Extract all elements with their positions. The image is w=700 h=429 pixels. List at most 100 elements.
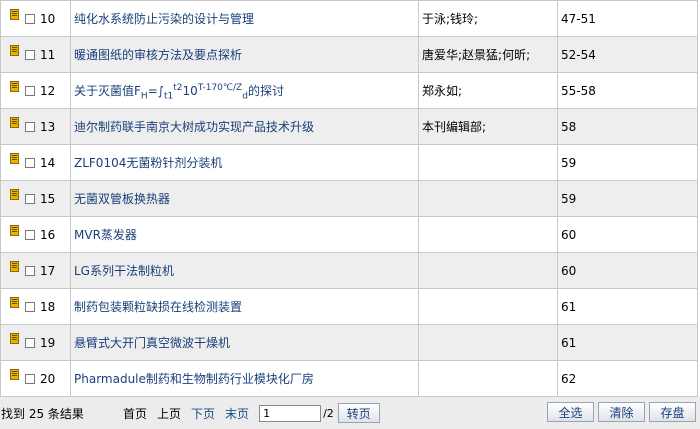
table-row: 19 悬臂式大开门真空微波干燥机 61 [0,324,698,361]
article-title-link[interactable]: 无菌双管板换热器 [72,190,170,207]
pages-cell: 60 [557,252,698,289]
document-icon[interactable] [10,189,19,200]
prev-page-label: 上页 [157,406,182,421]
select-cell: 19 [0,324,71,361]
pages-cell: 55-58 [557,72,698,109]
article-pages: 61 [561,335,577,350]
save-button[interactable]: 存盘 [649,402,696,422]
pages-cell: 52-54 [557,36,698,73]
select-cell: 13 [0,108,71,145]
article-pages: 60 [561,263,577,278]
row-checkbox[interactable] [25,229,35,240]
pages-cell: 47-51 [557,0,698,37]
document-icon[interactable] [10,117,19,128]
page-number-input[interactable] [259,404,322,422]
article-title-link[interactable]: 悬臂式大开门真空微波干燥机 [72,334,230,351]
article-pages: 61 [561,299,577,314]
next-page-link[interactable]: 下页 [191,405,215,422]
document-icon[interactable] [10,369,19,380]
table-row: 12 关于灭菌值FH=∫t1t210T-170℃/Zd的探讨 郑永如; 55-58 [0,72,698,109]
document-icon[interactable] [10,261,19,272]
document-icon[interactable] [10,81,19,92]
row-checkbox[interactable] [25,373,35,384]
title-cell: ZLF0104无菌粉针剂分装机 [70,144,419,181]
author-cell [418,252,558,289]
article-title-link[interactable]: 纯化水系统防止污染的设计与管理 [72,10,254,27]
table-row: 13 迪尔制药联手南京大树成功实现产品技术升级 本刊编辑部; 58 [0,108,698,145]
pages-cell: 59 [557,180,698,217]
author-cell: 郑永如; [418,72,558,109]
select-cell: 14 [0,144,71,181]
article-title-link[interactable]: 关于灭菌值FH=∫t1t210T-170℃/Zd的探讨 [72,82,284,101]
row-number: 16 [40,227,56,242]
select-all-button[interactable]: 全选 [547,402,594,422]
author-cell [418,324,558,361]
pager-bar: 找到 25 条结果 首页 上页 下页 末页 /2 转页 全选 清除 存盘 [0,397,700,429]
title-cell: MVR蒸发器 [70,216,419,253]
article-title-link[interactable]: Pharmadule制药和生物制药行业模块化厂房 [72,370,314,387]
row-checkbox[interactable] [25,337,35,348]
document-icon[interactable] [10,333,19,344]
row-checkbox[interactable] [25,85,35,96]
document-icon[interactable] [10,45,19,56]
author-cell [418,180,558,217]
row-checkbox[interactable] [25,157,35,168]
last-page-link[interactable]: 末页 [225,405,249,422]
document-icon[interactable] [10,9,19,20]
document-icon[interactable] [10,153,19,164]
select-cell: 18 [0,288,71,325]
row-checkbox[interactable] [25,13,35,24]
pages-cell: 62 [557,360,698,397]
author-cell [418,288,558,325]
table-row: 10 纯化水系统防止污染的设计与管理 于泳;钱玲; 47-51 [0,0,698,37]
results-body: 10 纯化水系统防止污染的设计与管理 于泳;钱玲; 47-51 11 暖通图纸的审核方法及… [0,0,698,397]
article-title-link[interactable]: ZLF0104无菌粉针剂分装机 [72,154,222,171]
article-title-link[interactable]: 制药包装颗粒缺损在线检测装置 [72,298,242,315]
article-title-link[interactable]: MVR蒸发器 [72,226,137,243]
table-row: 18 制药包装颗粒缺损在线检测装置 61 [0,288,698,325]
results-table: 10 纯化水系统防止污染的设计与管理 于泳;钱玲; 47-51 11 暖通图纸的审核方法及… [0,0,698,397]
author-cell: 于泳;钱玲; [418,0,558,37]
clear-button[interactable]: 清除 [598,402,645,422]
pages-cell: 58 [557,108,698,145]
table-row: 11 暖通图纸的审核方法及要点探析 唐爱华;赵景猛;何昕; 52-54 [0,36,698,73]
row-number: 14 [40,155,56,170]
table-row: 14 ZLF0104无菌粉针剂分装机 59 [0,144,698,181]
go-page-button[interactable]: 转页 [337,403,380,423]
table-row: 17 LG系列干法制粒机 60 [0,252,698,289]
author-cell [418,216,558,253]
title-cell: Pharmadule制药和生物制药行业模块化厂房 [70,360,419,397]
row-number: 19 [40,335,56,350]
row-number: 11 [40,47,56,62]
row-number: 17 [40,263,56,278]
row-number: 10 [40,11,56,26]
result-count: 找到 25 条结果 [1,406,84,421]
row-checkbox[interactable] [25,121,35,132]
article-pages: 59 [561,155,577,170]
article-pages: 55-58 [561,83,596,98]
title-cell: LG系列干法制粒机 [70,252,419,289]
article-title-link[interactable]: 迪尔制药联手南京大树成功实现产品技术升级 [72,118,314,135]
title-cell: 暖通图纸的审核方法及要点探析 [70,36,419,73]
article-title-link[interactable]: 暖通图纸的审核方法及要点探析 [72,46,242,63]
document-icon[interactable] [10,297,19,308]
article-authors: 于泳;钱玲; [422,12,479,26]
article-authors: 唐爱华;赵景猛;何昕; [422,48,531,62]
article-authors: 郑永如; [422,84,463,98]
row-checkbox[interactable] [25,49,35,60]
pages-cell: 61 [557,288,698,325]
row-number: 18 [40,299,56,314]
title-cell: 迪尔制药联手南京大树成功实现产品技术升级 [70,108,419,145]
article-title-link[interactable]: LG系列干法制粒机 [72,262,174,279]
author-cell [418,360,558,397]
table-row: 15 无菌双管板换热器 59 [0,180,698,217]
row-checkbox[interactable] [25,301,35,312]
title-cell: 关于灭菌值FH=∫t1t210T-170℃/Zd的探讨 [70,72,419,109]
select-cell: 12 [0,72,71,109]
row-checkbox[interactable] [25,265,35,276]
row-checkbox[interactable] [25,193,35,204]
select-cell: 17 [0,252,71,289]
select-cell: 20 [0,360,71,397]
document-icon[interactable] [10,225,19,236]
select-cell: 15 [0,180,71,217]
